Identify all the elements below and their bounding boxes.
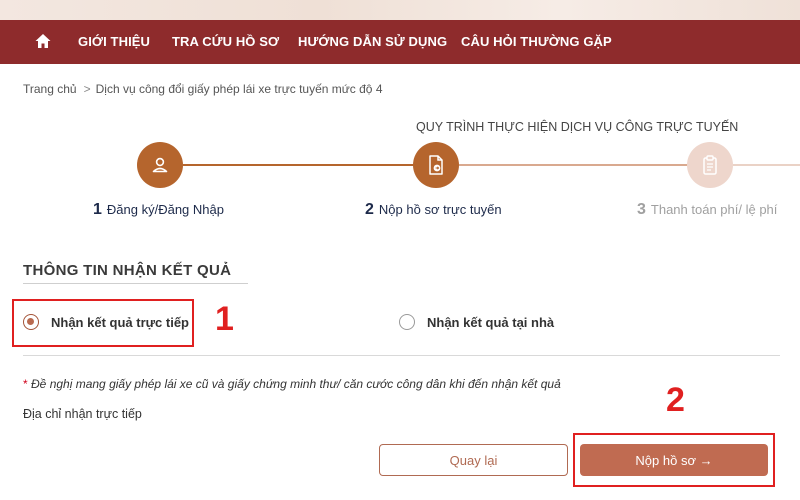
pickup-address-label: Địa chỉ nhận trực tiếp [23, 407, 142, 421]
radio-receive-direct-label[interactable]: Nhận kết quả trực tiếp [51, 315, 189, 330]
step-3-label: 3 Thanh toán phí/ lệ phí [637, 201, 777, 219]
step-1-text: Đăng ký/Đăng Nhập [106, 202, 224, 217]
submit-application-button[interactable]: Nộp hồ sơ → [580, 444, 768, 476]
pickup-note: * Đề nghị mang giấy phép lái xe cũ và gi… [23, 377, 561, 391]
breadcrumb-current: Dịch vụ công đổi giấy phép lái xe trực t… [95, 82, 383, 96]
nav-item-cau-hoi-thuong-gap[interactable]: CÂU HỎI THƯỜNG GẶP [461, 20, 612, 64]
required-star: * [23, 377, 28, 391]
radio-receive-home-label[interactable]: Nhận kết quả tại nhà [427, 315, 554, 330]
radio-receive-home[interactable] [399, 314, 415, 330]
step-2-text: Nộp hồ sơ trực tuyến [378, 202, 502, 217]
breadcrumb-home-link[interactable]: Trang chủ [23, 82, 77, 96]
breadcrumb-separator: > [83, 82, 91, 96]
step-3-text: Thanh toán phí/ lệ phí [650, 202, 778, 217]
annotation-number-2: 2 [666, 381, 685, 419]
main-navbar: GIỚI THIỆU TRA CỨU HỒ SƠ HƯỚNG DẪN SỬ DỤ… [0, 20, 800, 64]
clipboard-icon [703, 155, 717, 175]
step-1-label: 1 Đăng ký/Đăng Nhập [93, 201, 224, 219]
step-3-circle [687, 142, 733, 188]
step-1-circle [137, 142, 183, 188]
breadcrumb: Trang chủ > Dịch vụ công đổi giấy phép lái… [23, 82, 383, 96]
section-title-underline [23, 283, 248, 284]
document-submit-icon [429, 155, 443, 175]
step-2-label: 2 Nộp hồ sơ trực tuyến [365, 201, 502, 219]
nav-item-huong-dan-su-dung[interactable]: HƯỚNG DẪN SỬ DỤNG [298, 20, 447, 64]
top-banner-strip [0, 0, 800, 20]
home-icon[interactable] [34, 32, 52, 50]
step-1-number: 1 [93, 201, 102, 218]
annotation-number-1: 1 [215, 300, 234, 338]
step-connector-2-3 [459, 164, 688, 166]
process-title: QUY TRÌNH THỰC HIỆN DỊCH VỤ CÔNG TRỰC TU… [416, 120, 739, 134]
step-3-number: 3 [637, 201, 646, 218]
nav-item-tra-cuu-ho-so[interactable]: TRA CỨU HỒ SƠ [172, 20, 279, 64]
radio-receive-direct[interactable] [23, 314, 39, 330]
result-section-title: THÔNG TIN NHẬN KẾT QUẢ [23, 262, 232, 279]
pickup-note-text: Đề nghị mang giấy phép lái xe cũ và giấy… [31, 377, 561, 391]
back-button[interactable]: Quay lại [379, 444, 568, 476]
step-connector-1-2 [183, 164, 415, 166]
user-icon [152, 157, 168, 173]
nav-item-gioi-thieu[interactable]: GIỚI THIỆU [78, 20, 150, 64]
section-divider [23, 355, 780, 356]
step-connector-3-next [733, 164, 800, 166]
step-2-circle [413, 142, 459, 188]
step-2-number: 2 [365, 201, 374, 218]
